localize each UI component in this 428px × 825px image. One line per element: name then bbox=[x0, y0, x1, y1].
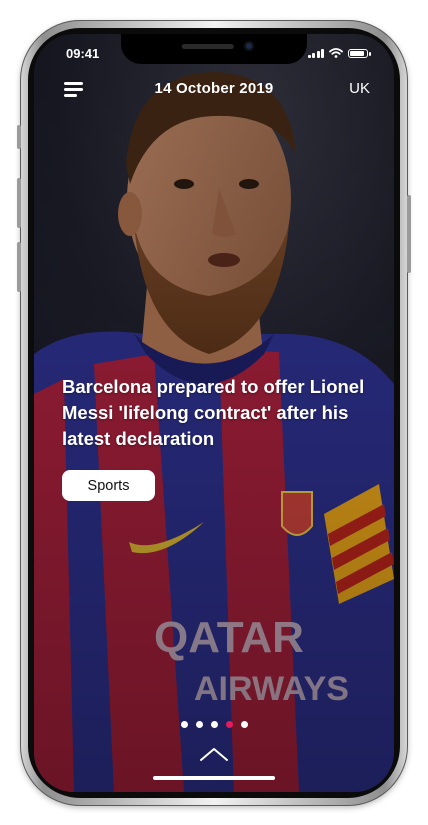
status-bar: 09:41 bbox=[34, 34, 394, 64]
home-indicator[interactable] bbox=[153, 776, 275, 780]
carousel-dot-5[interactable] bbox=[240, 721, 248, 728]
silent-switch bbox=[17, 125, 21, 149]
volume-down-button bbox=[17, 242, 21, 292]
current-date: 14 October 2019 bbox=[154, 80, 274, 97]
article-headline[interactable]: Barcelona prepared to offer Lionel Messi… bbox=[62, 374, 372, 452]
status-icons bbox=[307, 48, 371, 58]
phone-frame: QATAR AIRWAYS 09:41 bbox=[17, 20, 411, 806]
battery-icon bbox=[348, 49, 371, 58]
power-button bbox=[407, 195, 411, 273]
carousel-dot-3[interactable] bbox=[210, 721, 218, 728]
carousel-pagination bbox=[34, 721, 394, 728]
carousel-dot-2[interactable] bbox=[195, 721, 203, 728]
screen: QATAR AIRWAYS 09:41 bbox=[34, 34, 394, 792]
region-selector[interactable]: UK bbox=[349, 80, 370, 97]
cellular-signal-icon bbox=[307, 49, 324, 58]
status-time: 09:41 bbox=[66, 46, 100, 61]
chevron-up-icon[interactable] bbox=[199, 746, 229, 762]
carousel-dot-1[interactable] bbox=[180, 721, 188, 728]
wifi-icon bbox=[329, 48, 343, 58]
top-bar: 14 October 2019 UK bbox=[34, 76, 394, 104]
volume-up-button bbox=[17, 178, 21, 228]
carousel-dot-4-active[interactable] bbox=[225, 721, 233, 728]
category-tag[interactable]: Sports bbox=[62, 470, 155, 501]
